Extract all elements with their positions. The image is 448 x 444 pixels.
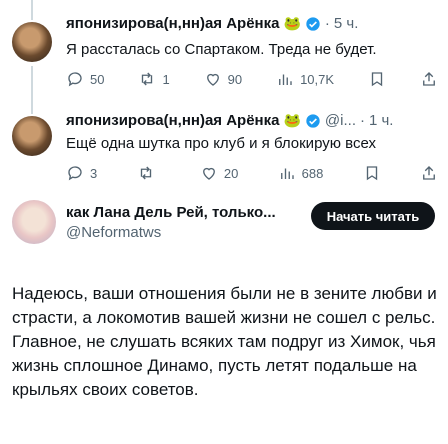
reply-card: как Лана Дель Рей, только... @Neformatws… [0,190,448,444]
author-name[interactable]: как Лана Дель Рей, только... [66,204,276,221]
action-bar: 50 1 90 10,7K [66,70,438,88]
tweet-header: японизирова(н,нн)ая Арёнка 🐸 · 5 ч. [66,15,358,32]
like-count: 20 [223,165,239,181]
avatar[interactable] [12,116,52,156]
verified-icon [306,16,320,31]
views-button[interactable]: 688 [278,164,324,182]
share-icon [423,72,435,86]
subscribe-button[interactable]: Начать читать [311,202,435,230]
bookmark-button[interactable] [363,164,381,182]
avatar[interactable] [12,200,56,244]
author-name[interactable]: японизирова(н,нн)ая Арёнка [66,112,279,129]
frog-emoji: 🐸 [283,15,301,31]
tweet-1[interactable]: японизирова(н,нн)ая Арёнка 🐸 · 5 ч. Я ра… [0,0,448,112]
views-button[interactable]: 10,7K [276,70,334,88]
tweet-text: Ещё одна шутка про клуб и я блокирую все… [66,135,376,152]
bookmark-icon [371,72,383,87]
views-icon [280,168,294,179]
reply-text: Надеюсь, ваши отношения были не в зените… [12,284,437,399]
share-button[interactable] [420,70,438,88]
share-button[interactable] [420,164,438,182]
share-icon [423,166,435,180]
tweet-time[interactable]: 1 ч. [369,112,394,129]
like-icon [202,167,215,180]
like-count: 90 [227,71,243,87]
views-icon [279,74,292,85]
tweet-header: японизирова(н,нн)ая Арёнка 🐸 @i... · 1 ч… [66,112,393,129]
retweet-icon [142,72,153,86]
tweet-time[interactable]: 5 ч. [334,15,359,32]
views-count: 10,7K [300,71,335,87]
frog-emoji: 🐸 [283,112,301,128]
like-icon [206,73,219,86]
author-handle[interactable]: @Neformatws [66,224,161,241]
reply-count: 50 [90,71,105,87]
like-button[interactable]: 90 [204,70,242,88]
avatar[interactable] [12,22,52,62]
author-name[interactable]: японизирова(н,нн)ая Арёнка [66,15,279,32]
views-count: 688 [301,165,324,181]
reply-button[interactable]: 3 [66,164,97,182]
tweet-text: Я рассталась со Спартаком. Треда не буде… [66,41,377,58]
reply-icon [68,166,82,181]
like-button[interactable]: 20 [200,164,238,182]
author-handle[interactable]: @i... [325,112,356,129]
retweet-icon [140,166,151,180]
bookmark-button[interactable] [368,70,386,88]
reply-button[interactable]: 50 [66,70,104,88]
reply-count: 3 [90,165,98,181]
bookmark-icon [366,166,377,181]
retweet-count: 1 [162,71,170,87]
retweet-button[interactable]: 1 [138,70,170,88]
dot-separator: · [359,112,365,129]
dot-separator: · [324,15,330,32]
action-bar: 3 20 688 [66,164,438,182]
reply-icon [68,72,82,87]
tweet-2[interactable]: японизирова(н,нн)ая Арёнка 🐸 @i... · 1 ч… [0,112,448,190]
retweet-button[interactable] [137,164,161,182]
verified-icon [306,113,320,128]
